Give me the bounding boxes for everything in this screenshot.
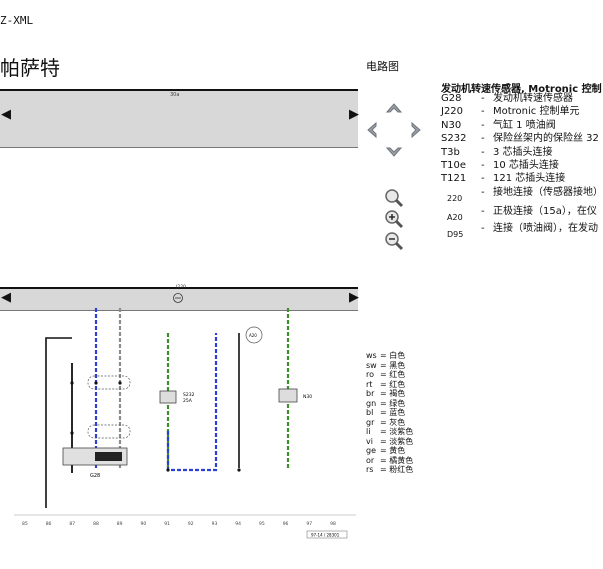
bottom-ref-number: 98 xyxy=(330,521,336,527)
legend-item: T10e -10 芯插头连接 xyxy=(441,160,559,171)
top-bar-label: 30a xyxy=(170,92,180,98)
legend-item: D95- 连接（喷油阀），在发动 xyxy=(447,223,598,239)
color-key-row: rs = 粉红色 xyxy=(366,465,414,474)
bottom-ref-number: 88 xyxy=(93,521,99,527)
scroll-left-icon[interactable]: ◀ xyxy=(1,108,11,121)
page-title: 帕萨特 xyxy=(0,56,60,80)
nav-right-icon[interactable] xyxy=(404,119,426,141)
injector-n30 xyxy=(278,388,298,403)
legend-item: 220- 接地连接（传感器接地） xyxy=(447,187,603,203)
color-key-row: ws = 白色 xyxy=(366,351,406,360)
color-key-row: bl = 蓝色 xyxy=(366,408,406,417)
color-key-row: sw = 黑色 xyxy=(366,360,406,370)
bottom-ref-number: 93 xyxy=(212,521,218,527)
bottom-ref-number: 94 xyxy=(235,521,241,527)
bottom-ref-number: 90 xyxy=(141,521,147,527)
legend-item: T121-121 芯插头连接 xyxy=(441,173,566,184)
navigation-pad xyxy=(362,98,426,162)
legend-item: G28- 发动机转速传感器 xyxy=(441,93,573,104)
circuit-diagram: J220 G28 S232 25A N30 A20 85 86 87 88 89 90 91… xyxy=(14,284,356,539)
n30-label: N30 xyxy=(303,394,312,400)
bottom-ref-number: 92 xyxy=(188,521,194,527)
legend-item: J220- Motronic 控制单元 xyxy=(441,106,580,117)
bottom-ref-number: 89 xyxy=(117,521,123,527)
bottom-ref-number: 97 xyxy=(306,521,312,527)
color-key-row: br = 褐色 xyxy=(366,389,406,398)
top-fuse-panel: 30a xyxy=(0,89,358,148)
bottom-ref-number: 96 xyxy=(283,521,289,527)
bottom-ref-number: 91 xyxy=(164,521,170,527)
color-key-row: gr = 灰色 xyxy=(366,417,406,427)
color-key-row: rt = 红色 xyxy=(366,379,406,389)
a20-label: A20 xyxy=(249,333,257,338)
color-key-row: ro = 红色 xyxy=(366,370,406,379)
bus-label: J220 xyxy=(175,284,186,290)
zoom-out-icon[interactable] xyxy=(382,229,406,253)
bottom-ref-number: 95 xyxy=(259,521,265,527)
s232-label: S232 xyxy=(183,392,195,398)
bottom-ref-number: 87 xyxy=(69,521,75,527)
fuse-s232 xyxy=(159,390,177,404)
nav-down-icon[interactable] xyxy=(383,140,405,162)
zoom-in-icon[interactable] xyxy=(382,207,406,231)
bottom-ref-number: 86 xyxy=(46,521,52,527)
color-key-row: gn = 绿色 xyxy=(366,398,406,408)
color-key-row: vi = 淡紫色 xyxy=(366,436,414,446)
legend-item: N30- 气缸 1 喷油阀 xyxy=(441,120,556,131)
color-key-row: li = 淡紫色 xyxy=(366,427,414,436)
wire-color-key: ws = 白色 sw = 黑色 ro = 红色 rt = 红色 br = 褐色 gn = 绿… xyxy=(366,351,413,475)
color-key-row: ge = 黄色 xyxy=(366,446,406,455)
legend-item: A20- 正极连接（15a），在仪 xyxy=(447,206,597,222)
bottom-ref-number: 85 xyxy=(22,521,28,527)
wire-ground xyxy=(45,337,72,508)
document-code: Z-XML xyxy=(0,14,34,27)
page-subtitle: 电路图 xyxy=(366,60,399,73)
nav-left-icon[interactable] xyxy=(362,119,384,141)
diagram-code-label: 97-14 / 28301 xyxy=(311,533,340,538)
color-key-row: or = 橘黄色 xyxy=(366,455,414,465)
g28-label: G28 xyxy=(90,473,100,479)
legend-item: T3b -3 芯插头连接 xyxy=(441,147,553,158)
legend-item: S232- 保险丝架内的保险丝 32 xyxy=(441,133,599,144)
s232-rating: 25A xyxy=(183,398,193,404)
scroll-right-icon[interactable]: ▶ xyxy=(349,108,359,121)
nav-up-icon[interactable] xyxy=(383,98,405,120)
